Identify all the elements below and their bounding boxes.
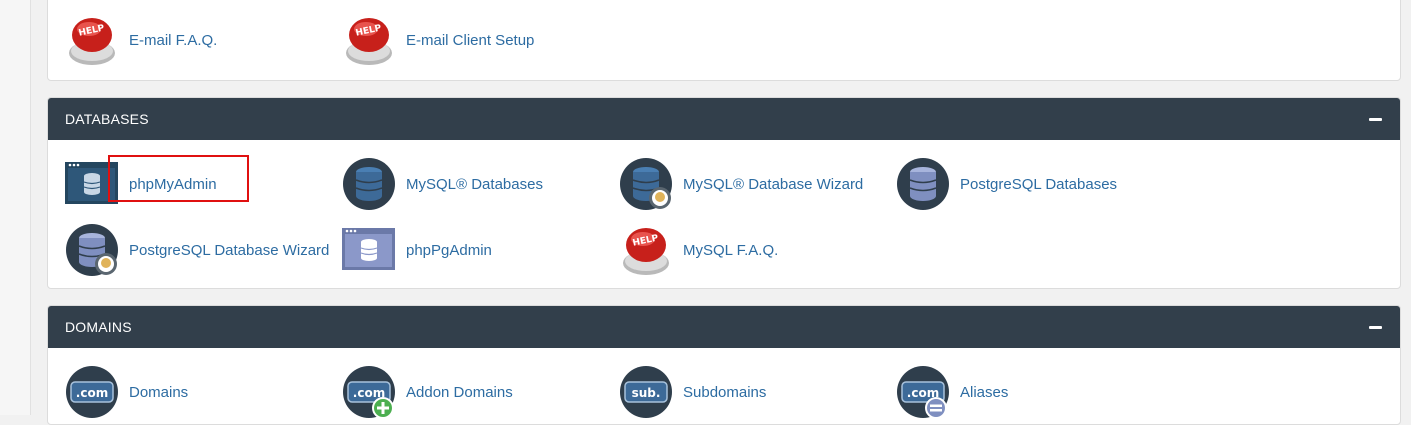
domains-header[interactable]: DOMAINS [48,306,1400,348]
subdomains-icon: sub. [619,365,673,419]
mysql-wizard-icon [619,157,673,211]
addon-domains-link[interactable]: .com Addon Domains [342,365,513,419]
databases-header[interactable]: DATABASES [48,98,1400,140]
phppgadmin-label: phpPgAdmin [406,241,492,259]
email-client-setup-label: E-mail Client Setup [406,31,535,49]
email-faq-link[interactable]: HELP E-mail F.A.Q. [65,13,217,67]
collapse-databases-button[interactable] [1368,112,1382,126]
mysql-database-wizard-link[interactable]: MySQL® Database Wizard [619,157,863,211]
mysql-faq-label: MySQL F.A.Q. [683,241,779,259]
postgresql-database-wizard-label: PostgreSQL Database Wizard [129,241,330,259]
help-button-icon: HELP [65,13,119,67]
databases-panel: DATABASES phpMyAdmin MySQL® Databases My… [47,97,1401,289]
databases-title: DATABASES [65,111,149,127]
domains-label: Domains [129,383,189,401]
aliases-icon: .com [896,365,950,419]
domains-panel: DOMAINS .com Domains .com Addon Domains … [47,305,1401,425]
collapse-domains-button[interactable] [1368,320,1382,334]
addon-domains-label: Addon Domains [406,383,513,401]
help-button-icon: HELP [342,13,396,67]
phppgadmin-icon [342,223,396,277]
domains-title: DOMAINS [65,319,132,335]
email-client-setup-link[interactable]: HELP E-mail Client Setup [342,13,534,67]
minus-icon [1368,117,1382,121]
svg-text:sub.: sub. [632,386,661,400]
phpmyadmin-label: phpMyAdmin [129,175,217,193]
mysql-faq-link[interactable]: HELP MySQL F.A.Q. [619,223,778,277]
domains-icon: .com [65,365,119,419]
aliases-label: Aliases [960,383,1009,401]
mysql-database-wizard-label: MySQL® Database Wizard [683,175,864,193]
help-button-icon: HELP [619,223,673,277]
postgresql-databases-label: PostgreSQL Databases [960,175,1118,193]
postgresql-database-wizard-link[interactable]: PostgreSQL Database Wizard [65,223,329,277]
subdomains-link[interactable]: sub. Subdomains [619,365,766,419]
addon-domains-icon: .com [342,365,396,419]
email-panel: HELP E-mail F.A.Q. HELP E-mail Client Se… [47,0,1401,81]
domains-link[interactable]: .com Domains [65,365,188,419]
minus-icon [1368,325,1382,329]
phppgadmin-link[interactable]: phpPgAdmin [342,223,492,277]
mysql-databases-label: MySQL® Databases [406,175,543,193]
aliases-link[interactable]: .com Aliases [896,365,1008,419]
svg-text:.com: .com [76,386,108,400]
phpmyadmin-icon [65,157,119,211]
subdomains-label: Subdomains [683,383,767,401]
email-faq-label: E-mail F.A.Q. [129,31,218,49]
mysql-databases-link[interactable]: MySQL® Databases [342,157,543,211]
left-sidebar [0,0,31,415]
postgresql-database-icon [896,157,950,211]
mysql-database-icon [342,157,396,211]
phpmyadmin-link[interactable]: phpMyAdmin [65,157,217,211]
postgresql-wizard-icon [65,223,119,277]
postgresql-databases-link[interactable]: PostgreSQL Databases [896,157,1117,211]
